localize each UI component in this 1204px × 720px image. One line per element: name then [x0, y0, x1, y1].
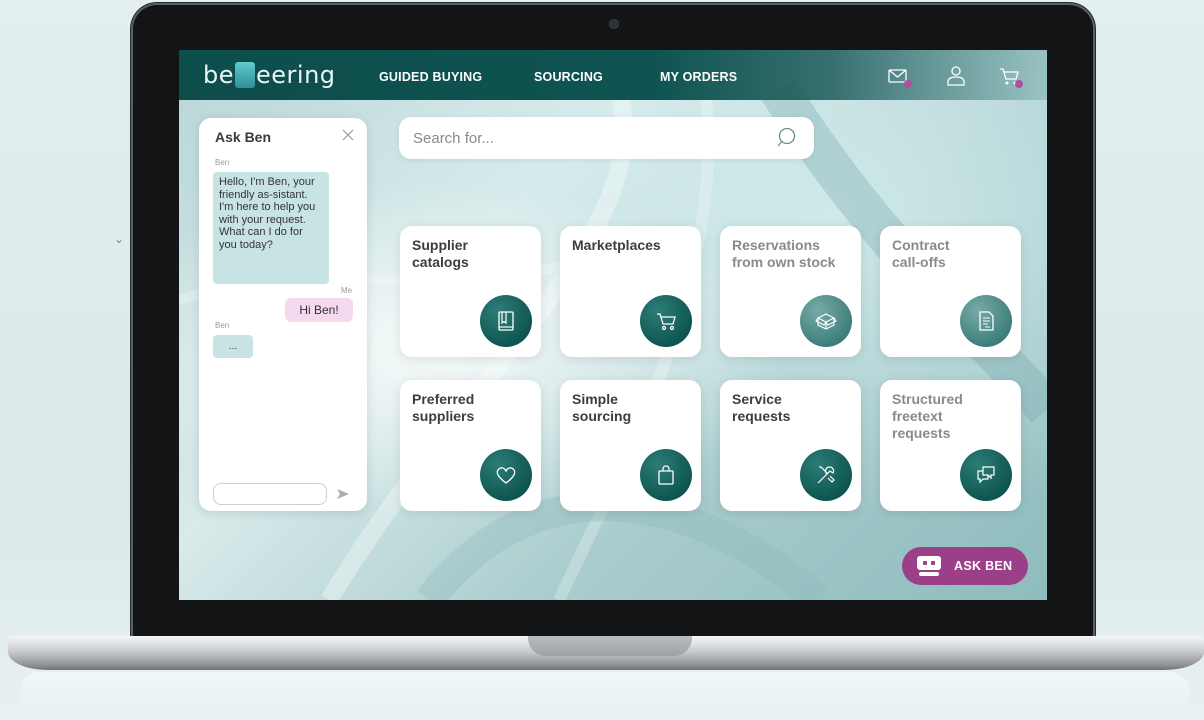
search-input[interactable] [413, 126, 753, 150]
tile-service-requests[interactable]: Service requests [720, 380, 861, 511]
search-bar [399, 117, 814, 159]
nav-guided-buying[interactable]: GUIDED BUYING [379, 70, 482, 84]
cart-notification-dot [1015, 80, 1023, 88]
tile-preferred-suppliers[interactable]: Preferred suppliers [400, 380, 541, 511]
ask-ben-button[interactable]: ASK BEN [902, 547, 1028, 585]
tile-label: Contract call-offs [892, 237, 950, 270]
nav-sourcing[interactable]: SOURCING [534, 70, 603, 84]
chat-title: Ask Ben [215, 129, 272, 145]
cart-icon[interactable] [998, 65, 1023, 88]
message-sender: Ben [215, 158, 230, 167]
user-icon[interactable] [945, 65, 967, 87]
message-sender: Me [341, 286, 353, 295]
top-navbar: be eering GUIDED BUYING SOURCING MY ORDE… [179, 50, 1047, 100]
user-message-bubble: Hi Ben! [285, 298, 353, 322]
tile-label: Simple sourcing [572, 391, 632, 424]
message-sender: Ben [215, 321, 230, 330]
search-icon[interactable] [776, 126, 800, 150]
tile-supplier-catalogs[interactable]: Supplier catalogs [400, 226, 541, 357]
send-icon[interactable] [335, 486, 351, 502]
tile-label: Preferred suppliers [412, 391, 475, 424]
ask-ben-chat-panel: Ask Ben Ben Hello, I'm Ben, your friendl… [199, 118, 367, 511]
camera-icon [610, 20, 618, 28]
shopping-bag-icon [640, 449, 692, 501]
heart-icon [480, 449, 532, 501]
tile-marketplaces[interactable]: Marketplaces [560, 226, 701, 357]
chat-message-input[interactable] [213, 483, 327, 505]
tile-structured-freetext-requests[interactable]: Structured freetext requests [880, 380, 1021, 511]
logo-text-start: be [203, 61, 234, 89]
tile-reservations-from-own-stock[interactable]: Reservations from own stock [720, 226, 861, 357]
typing-indicator: ... [213, 335, 253, 358]
tile-label: Reservations from own stock [732, 237, 836, 270]
chevron-down-icon: ⌄ [114, 232, 125, 246]
tile-label: Structured freetext requests [892, 391, 963, 441]
tile-label: Service requests [732, 391, 791, 424]
tools-icon [800, 449, 852, 501]
laptop-reflection [20, 672, 1190, 712]
tile-label: Supplier catalogs [412, 237, 469, 270]
chat-bubbles-icon [960, 449, 1012, 501]
tile-contract-call-offs[interactable]: Contract call-offs [880, 226, 1021, 357]
app-screen: be eering GUIDED BUYING SOURCING MY ORDE… [179, 50, 1047, 600]
logo-mark-icon [235, 62, 255, 88]
ben-message-bubble: Hello, I'm Ben, your friendly as-sistant… [213, 172, 329, 284]
mail-icon[interactable] [887, 65, 912, 88]
laptop-notch [528, 636, 692, 656]
box-icon [800, 295, 852, 347]
close-icon[interactable] [341, 128, 355, 142]
tile-simple-sourcing[interactable]: Simple sourcing [560, 380, 701, 511]
nav-my-orders[interactable]: MY ORDERS [660, 70, 737, 84]
tile-label: Marketplaces [572, 237, 661, 253]
document-icon [960, 295, 1012, 347]
cart-icon [640, 295, 692, 347]
robot-icon [917, 556, 941, 576]
book-icon [480, 295, 532, 347]
app-logo[interactable]: be eering [203, 60, 336, 90]
logo-text-end: eering [256, 61, 336, 89]
ask-ben-label: ASK BEN [954, 559, 1013, 573]
mail-notification-dot [904, 80, 912, 88]
